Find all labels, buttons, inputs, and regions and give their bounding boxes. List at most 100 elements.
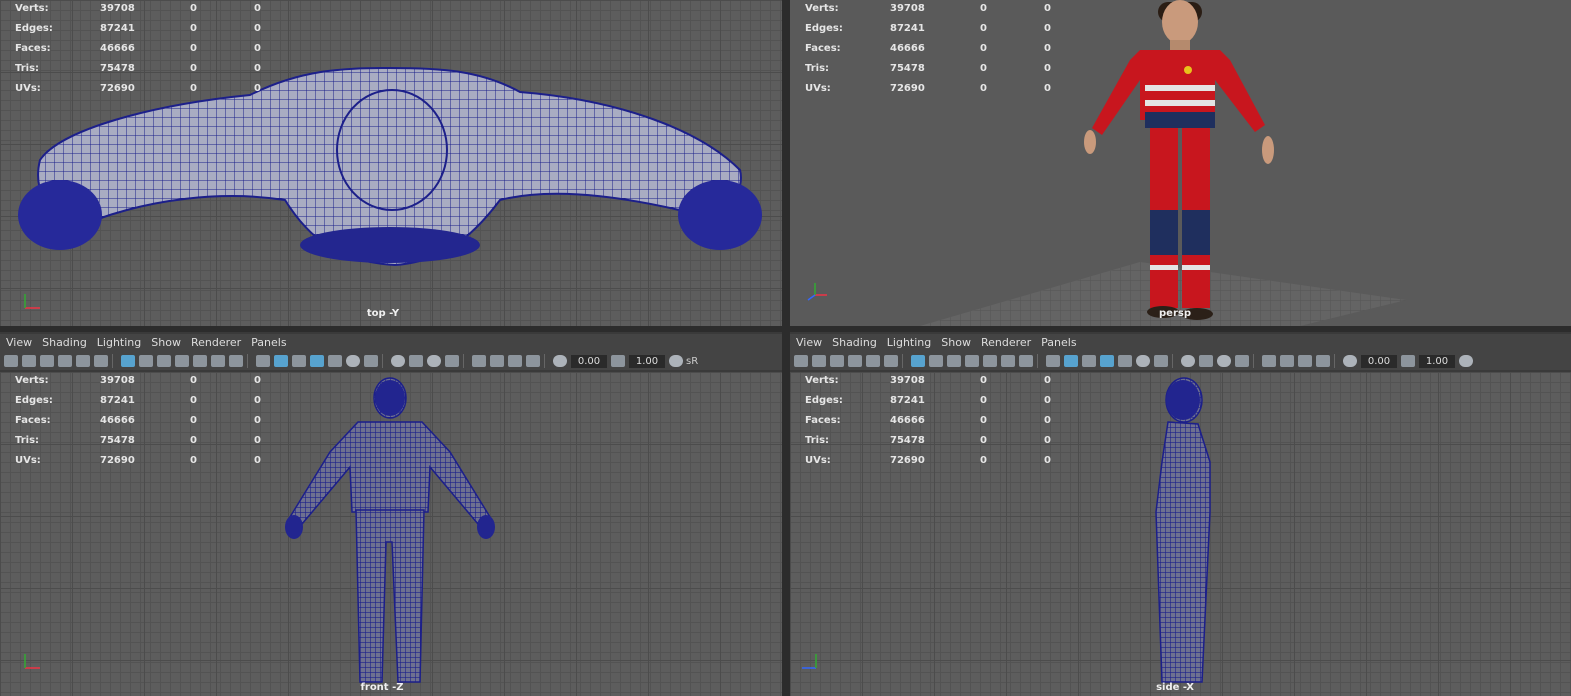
view-transform-label[interactable]: sR xyxy=(686,356,698,367)
menu-view[interactable]: View xyxy=(6,334,32,352)
default-material-icon[interactable] xyxy=(1082,355,1096,367)
exposure-field[interactable]: 0.00 xyxy=(1361,354,1397,368)
hud-label: Edges: xyxy=(805,395,843,406)
gate-mask-icon[interactable] xyxy=(965,355,979,367)
hud-row: Edges: 87241 0 0 xyxy=(805,22,1065,42)
textured-icon[interactable] xyxy=(1118,355,1132,367)
xray-icon[interactable] xyxy=(490,355,504,367)
film-gate-icon[interactable] xyxy=(139,355,153,367)
horizontal-splitter[interactable] xyxy=(0,326,1571,332)
menu-shading[interactable]: Shading xyxy=(42,334,87,352)
smooth-shade-icon[interactable] xyxy=(274,355,288,367)
lights-icon[interactable] xyxy=(346,355,360,367)
gamma-icon[interactable] xyxy=(1401,355,1415,367)
hud-selected: 0 xyxy=(190,435,197,446)
color-management-icon[interactable] xyxy=(669,355,683,367)
gate-mask-icon[interactable] xyxy=(175,355,189,367)
viewport-side[interactable]: Verts: 39708 0 0 Edges: 87241 0 0 Faces: 46666 0 0 T… xyxy=(790,372,1571,696)
lights-icon[interactable] xyxy=(1136,355,1150,367)
hud-row: UVs: 72690 0 0 xyxy=(15,82,275,102)
ambient-occlusion-icon[interactable] xyxy=(391,355,405,367)
hud-total: 39708 xyxy=(100,3,135,14)
grid-toggle-icon[interactable] xyxy=(121,355,135,367)
xray-joints-icon[interactable] xyxy=(508,355,522,367)
camera-attributes-icon[interactable] xyxy=(812,355,826,367)
anti-aliasing-icon[interactable] xyxy=(1217,355,1231,367)
viewport-top[interactable]: Verts: 39708 0 0 Edges: 87241 0 0 Faces: 46666 0 0 T… xyxy=(0,0,782,326)
color-management-icon[interactable] xyxy=(1459,355,1473,367)
exposure-icon[interactable] xyxy=(1343,355,1357,367)
grease-pencil-icon[interactable] xyxy=(94,355,108,367)
xray-joints-icon[interactable] xyxy=(1298,355,1312,367)
menu-renderer[interactable]: Renderer xyxy=(981,334,1031,352)
menu-show[interactable]: Show xyxy=(941,334,971,352)
camera-icon[interactable] xyxy=(794,355,808,367)
isolate-select-icon[interactable] xyxy=(472,355,486,367)
grid-toggle-icon[interactable] xyxy=(911,355,925,367)
image-plane-icon[interactable] xyxy=(58,355,72,367)
hud-component: 0 xyxy=(1044,3,1051,14)
menu-renderer[interactable]: Renderer xyxy=(191,334,241,352)
menu-show[interactable]: Show xyxy=(151,334,181,352)
viewport-persp[interactable]: Verts: 39708 0 0 Edges: 87241 0 0 Faces: 46666 0 0 T… xyxy=(790,0,1571,326)
wireframe-on-shaded-icon[interactable] xyxy=(310,355,324,367)
gamma-field[interactable]: 1.00 xyxy=(1419,354,1455,368)
2d-pan-icon[interactable] xyxy=(866,355,880,367)
motion-blur-icon[interactable] xyxy=(409,355,423,367)
safe-title-icon[interactable] xyxy=(1019,355,1033,367)
xray-icon[interactable] xyxy=(1280,355,1294,367)
hud-component: 0 xyxy=(254,43,261,54)
field-chart-icon[interactable] xyxy=(193,355,207,367)
isolate-select-icon[interactable] xyxy=(1262,355,1276,367)
image-plane-icon[interactable] xyxy=(848,355,862,367)
hud-total: 87241 xyxy=(100,395,135,406)
anti-aliasing-icon[interactable] xyxy=(427,355,441,367)
gamma-field[interactable]: 1.00 xyxy=(629,354,665,368)
hud-label: Tris: xyxy=(805,435,830,446)
menu-panels[interactable]: Panels xyxy=(251,334,286,352)
bookmark-icon[interactable] xyxy=(40,355,54,367)
hud-label: UVs: xyxy=(15,83,41,94)
textured-icon[interactable] xyxy=(328,355,342,367)
ambient-occlusion-icon[interactable] xyxy=(1181,355,1195,367)
grease-pencil-icon[interactable] xyxy=(884,355,898,367)
exposure-field[interactable]: 0.00 xyxy=(571,354,607,368)
wireframe-on-shaded-icon[interactable] xyxy=(1100,355,1114,367)
smooth-shade-icon[interactable] xyxy=(1064,355,1078,367)
hud-row: Faces: 46666 0 0 xyxy=(805,414,1065,434)
gamma-icon[interactable] xyxy=(611,355,625,367)
exposure-icon[interactable] xyxy=(553,355,567,367)
vertical-splitter[interactable] xyxy=(782,0,790,696)
backface-culling-icon[interactable] xyxy=(1316,355,1330,367)
depth-of-field-icon[interactable] xyxy=(445,355,459,367)
safe-action-icon[interactable] xyxy=(211,355,225,367)
safe-action-icon[interactable] xyxy=(1001,355,1015,367)
panel-icon-toolbar: 0.00 1.00 sR xyxy=(0,352,782,370)
motion-blur-icon[interactable] xyxy=(1199,355,1213,367)
backface-culling-icon[interactable] xyxy=(526,355,540,367)
field-chart-icon[interactable] xyxy=(983,355,997,367)
menu-shading[interactable]: Shading xyxy=(832,334,877,352)
camera-attributes-icon[interactable] xyxy=(22,355,36,367)
shadows-icon[interactable] xyxy=(1154,355,1168,367)
bookmark-icon[interactable] xyxy=(830,355,844,367)
menu-lighting[interactable]: Lighting xyxy=(887,334,931,352)
depth-of-field-icon[interactable] xyxy=(1235,355,1249,367)
wireframe-icon[interactable] xyxy=(1046,355,1060,367)
2d-pan-icon[interactable] xyxy=(76,355,90,367)
menu-panels[interactable]: Panels xyxy=(1041,334,1076,352)
camera-icon[interactable] xyxy=(4,355,18,367)
shadows-icon[interactable] xyxy=(364,355,378,367)
film-gate-icon[interactable] xyxy=(929,355,943,367)
menu-lighting[interactable]: Lighting xyxy=(97,334,141,352)
hud-component: 0 xyxy=(254,395,261,406)
wireframe-icon[interactable] xyxy=(256,355,270,367)
default-material-icon[interactable] xyxy=(292,355,306,367)
resolution-gate-icon[interactable] xyxy=(157,355,171,367)
menu-view[interactable]: View xyxy=(796,334,822,352)
hud-component: 0 xyxy=(1044,375,1051,386)
safe-title-icon[interactable] xyxy=(229,355,243,367)
resolution-gate-icon[interactable] xyxy=(947,355,961,367)
viewport-front[interactable]: Verts: 39708 0 0 Edges: 87241 0 0 Faces: 46666 0 0 T… xyxy=(0,372,782,696)
hud-label: UVs: xyxy=(805,455,831,466)
